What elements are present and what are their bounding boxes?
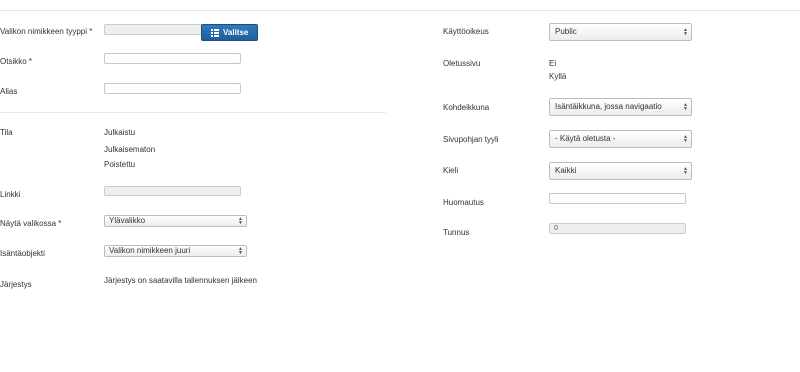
- menu-item-type-label: Valikon nimikkeen tyyppi *: [0, 27, 93, 36]
- id-label: Tunnus: [443, 228, 470, 237]
- menu-item-type-field: [104, 24, 202, 35]
- menu-select[interactable]: Ylävalikko ▲ ▼: [104, 215, 247, 227]
- select-type-button[interactable]: Valitse: [201, 24, 258, 41]
- title-input[interactable]: [104, 53, 241, 64]
- template-style-select[interactable]: - Käytä oletusta - ▲ ▼: [549, 130, 692, 148]
- template-style-label: Sivupohjan tyyli: [443, 135, 499, 144]
- target-window-label: Kohdeikkuna: [443, 103, 490, 112]
- parent-label: Isäntäobjekti: [0, 249, 45, 258]
- ordering-label: Järjestys: [0, 280, 32, 289]
- updown-arrows-icon: ▲ ▼: [238, 246, 243, 256]
- ordering-text: Järjestys on saatavilla tallennuksen jäl…: [104, 276, 257, 285]
- updown-arrows-icon: ▲ ▼: [683, 166, 688, 176]
- status-option-trashed[interactable]: Poistettu: [104, 160, 135, 169]
- list-icon: [211, 29, 219, 37]
- status-option-unpublished[interactable]: Julkaisematon: [104, 145, 155, 154]
- id-field: 0: [549, 223, 686, 234]
- default-option-no[interactable]: Ei: [549, 59, 556, 68]
- section-divider: [0, 112, 386, 113]
- language-label: Kieli: [443, 166, 459, 175]
- updown-arrows-icon: ▲ ▼: [683, 134, 688, 144]
- note-input[interactable]: [549, 193, 686, 204]
- status-label: Tila: [0, 128, 13, 137]
- default-page-label: Oletussivu: [443, 59, 481, 68]
- updown-arrows-icon: ▲ ▼: [683, 102, 688, 112]
- updown-arrows-icon: ▲ ▼: [683, 27, 688, 37]
- link-field: [104, 186, 241, 196]
- status-option-published[interactable]: Julkaistu: [104, 128, 135, 137]
- default-option-yes[interactable]: Kyllä: [549, 72, 566, 81]
- alias-input[interactable]: [104, 83, 241, 94]
- note-label: Huomautus: [443, 198, 484, 207]
- alias-label: Alias: [0, 87, 18, 96]
- link-label: Linkki: [0, 190, 21, 199]
- menu-label: Näytä valikossa *: [0, 219, 62, 228]
- target-window-select[interactable]: Isäntäikkuna, jossa navigaatio ▲ ▼: [549, 98, 692, 116]
- updown-arrows-icon: ▲ ▼: [238, 216, 243, 226]
- top-divider: [0, 10, 800, 11]
- language-select[interactable]: Kaikki ▲ ▼: [549, 162, 692, 180]
- title-label: Otsikko *: [0, 57, 33, 66]
- access-label: Käyttöoikeus: [443, 27, 489, 36]
- access-select[interactable]: Public ▲ ▼: [549, 23, 692, 41]
- parent-select[interactable]: Valikon nimikkeen juuri ▲ ▼: [104, 245, 247, 257]
